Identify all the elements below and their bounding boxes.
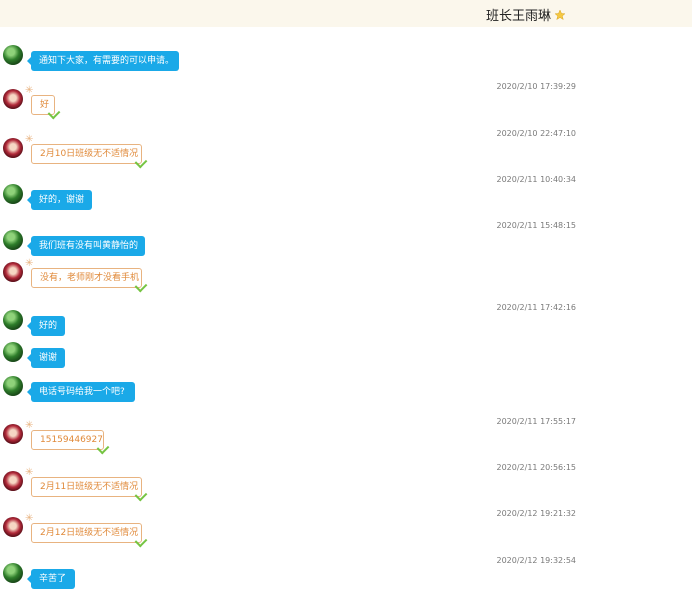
- bubble-decoration-icon: ✳: [25, 467, 34, 478]
- message-timestamp: 2020/2/10 22:47:10: [496, 129, 577, 138]
- teacher-avatar[interactable]: [3, 342, 23, 362]
- teacher-avatar[interactable]: [3, 563, 23, 583]
- teacher-message-bubble[interactable]: 好的: [27, 316, 65, 336]
- student-avatar[interactable]: [3, 89, 23, 109]
- message-timestamp: 2020/2/12 19:32:54: [496, 556, 577, 565]
- message-list[interactable]: 通知下大家，有需要的可以申请。 2020/2/10 17:39:29 好 ✳ 2020/…: [0, 27, 692, 601]
- student-message-bubble[interactable]: 15159446927: [31, 430, 104, 450]
- student-message-bubble[interactable]: 2月10日班级无不适情况: [31, 144, 142, 164]
- message-timestamp: 2020/2/11 20:56:15: [496, 463, 577, 472]
- student-avatar[interactable]: [3, 262, 23, 282]
- teacher-message-bubble[interactable]: 通知下大家，有需要的可以申请。: [27, 51, 179, 71]
- teacher-avatar[interactable]: [3, 376, 23, 396]
- teacher-avatar[interactable]: [3, 184, 23, 204]
- student-avatar[interactable]: [3, 138, 23, 158]
- bubble-decoration-icon: ✳: [25, 258, 34, 269]
- bubble-decoration-icon: ✳: [25, 513, 34, 524]
- message-timestamp: 2020/2/11 10:40:34: [496, 175, 577, 184]
- chat-header: 班长王雨琳: [0, 0, 692, 27]
- bubble-decoration-icon: ✳: [25, 85, 34, 96]
- student-message-bubble[interactable]: 2月11日班级无不适情况: [31, 477, 142, 497]
- teacher-message-bubble[interactable]: 电话号码给我一个吧?: [27, 382, 135, 402]
- message-timestamp: 2020/2/11 17:42:16: [496, 303, 577, 312]
- teacher-avatar[interactable]: [3, 310, 23, 330]
- teacher-avatar[interactable]: [3, 230, 23, 250]
- teacher-message-bubble[interactable]: 我们班有没有叫黄静怡的: [27, 236, 145, 256]
- student-avatar[interactable]: [3, 424, 23, 444]
- chat-title: 班长王雨琳: [486, 5, 566, 24]
- teacher-message-bubble[interactable]: 辛苦了: [27, 569, 75, 589]
- star-icon: [554, 8, 566, 20]
- message-timestamp: 2020/2/11 15:48:15: [496, 221, 577, 230]
- message-timestamp: 2020/2/11 17:55:17: [496, 417, 577, 426]
- student-message-bubble[interactable]: 没有，老师刚才没看手机: [31, 268, 142, 288]
- teacher-avatar[interactable]: [3, 45, 23, 65]
- teacher-message-bubble[interactable]: 谢谢: [27, 348, 65, 368]
- student-avatar[interactable]: [3, 471, 23, 491]
- student-message-bubble[interactable]: 2月12日班级无不适情况: [31, 523, 142, 543]
- message-timestamp: 2020/2/10 17:39:29: [496, 82, 577, 91]
- teacher-message-bubble[interactable]: 好的，谢谢: [27, 190, 92, 210]
- student-avatar[interactable]: [3, 517, 23, 537]
- message-timestamp: 2020/2/12 19:21:32: [496, 509, 577, 518]
- bubble-decoration-icon: ✳: [25, 134, 34, 145]
- bubble-decoration-icon: ✳: [25, 420, 34, 431]
- contact-name: 班长王雨琳: [486, 9, 552, 24]
